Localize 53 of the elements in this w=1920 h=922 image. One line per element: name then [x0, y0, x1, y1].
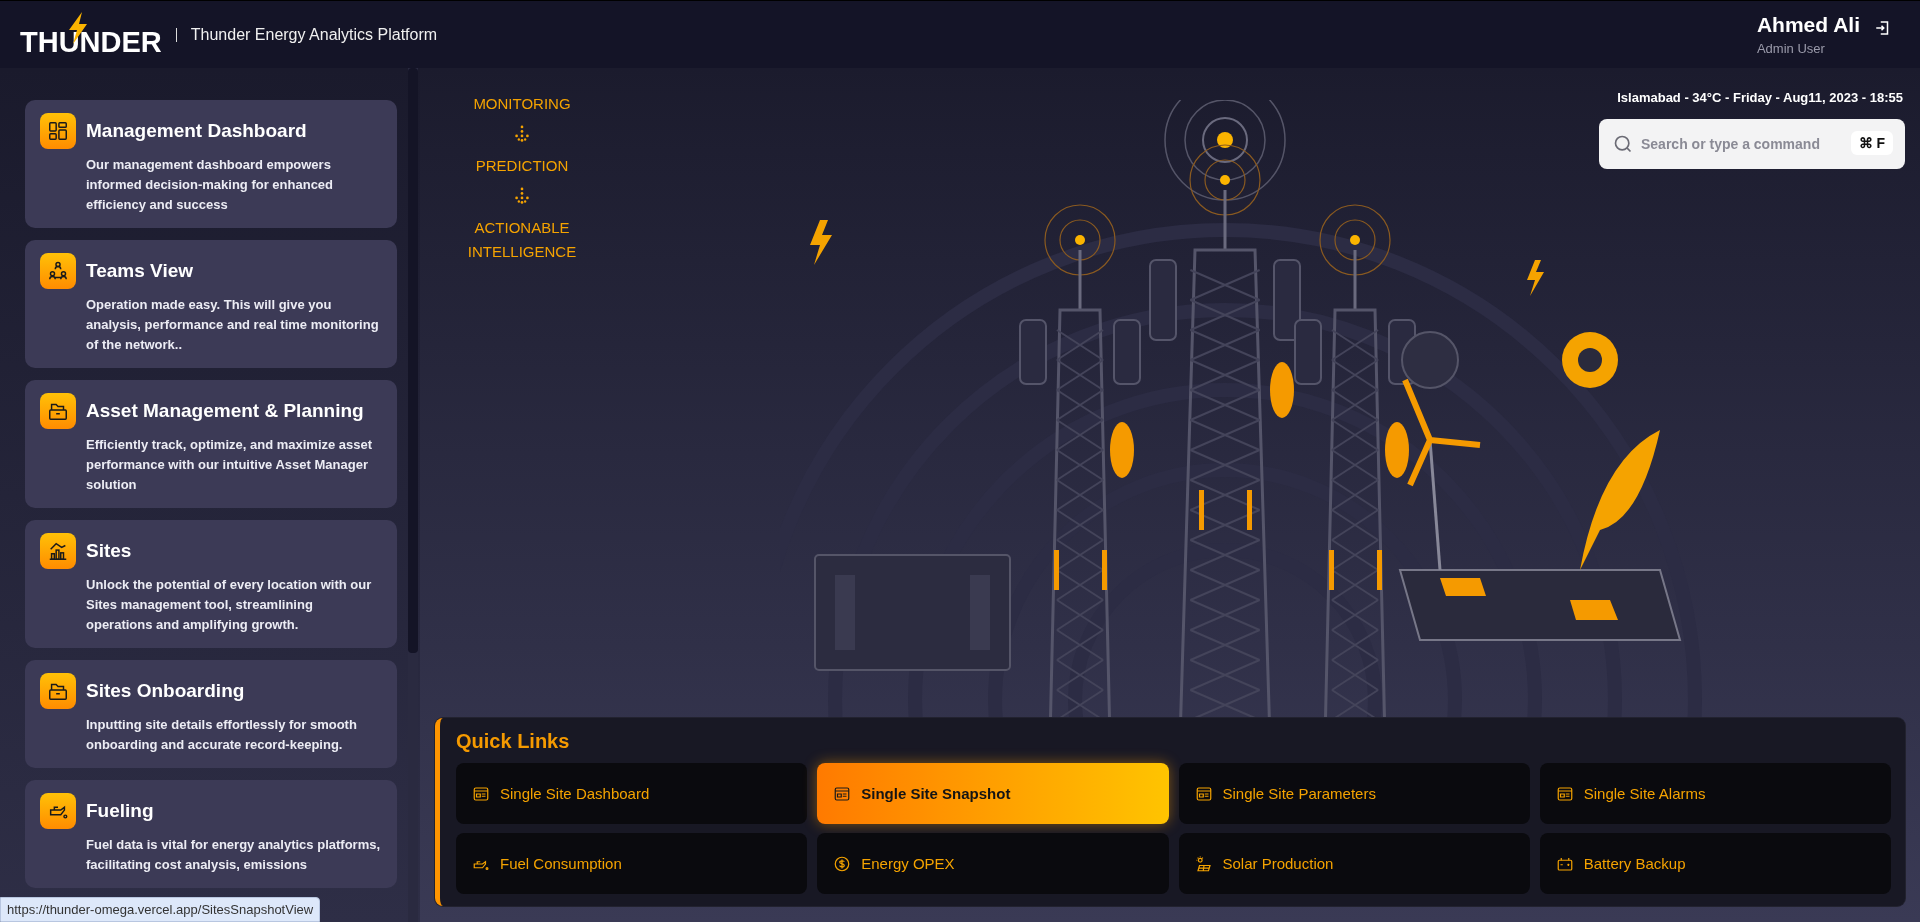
module-card[interactable]: Teams View Operation made easy. This will give you analysis, performance and real time monitoring of the network..	[25, 240, 397, 368]
user-role: Admin User	[1756, 41, 1826, 56]
card-description: Efficiently track, optimize, and maximize asset performance with our intuitive Asset Manager solution	[86, 436, 374, 494]
quick-link-button[interactable]: Single Site Snapshot	[817, 763, 1169, 824]
tagline: ACTIONABLE INTELLIGENCE	[467, 218, 577, 262]
card-title: Management Dashboard	[86, 120, 307, 142]
scrollbar-thumb[interactable]	[408, 68, 418, 653]
location-weather-date: Islamabad - 34°C - Friday - Aug11, 2023 - 18:55	[1617, 90, 1903, 105]
chart-icon	[40, 533, 76, 569]
quick-link-button[interactable]: Single Site Alarms	[1539, 763, 1891, 824]
quick-links-title: Quick Links	[456, 730, 571, 753]
module-card[interactable]: Sites Onboarding Inputting site details effortlessly for smooth onboarding and accurate record-keeping.	[25, 660, 397, 768]
card-description: Operation made easy. This will give you analysis, performance and real time monitoring of the network..	[86, 296, 380, 354]
dashboard-icon	[40, 113, 76, 149]
card-title: Sites Onboarding	[86, 680, 245, 702]
monitor-icon	[833, 784, 852, 803]
card-title: Asset Management & Planning	[86, 400, 364, 422]
module-card[interactable]: Asset Management & Planning Efficiently track, optimize, and maximize asset performance with our intuitive Asset Manager solution	[25, 380, 397, 508]
module-card[interactable]: Sites Unlock the potential of every location with our Sites management tool, streamlining operations and amplifying growth.	[25, 520, 397, 648]
card-title: Sites	[86, 540, 132, 562]
module-card[interactable]: Fueling Fuel data is vital for energy analytics platforms, facilitating cost analysis, emissions	[25, 780, 397, 888]
card-description: Fuel data is vital for energy analytics platforms, facilitating cost analysis, emissions	[86, 836, 381, 874]
card-title: Teams View	[86, 260, 194, 282]
folder-icon	[40, 393, 76, 429]
thunder-logo: THUNDER	[20, 11, 162, 58]
user-name: Ahmed Ali	[1756, 13, 1860, 37]
keyboard-shortcut: ⌘ F	[1850, 131, 1893, 155]
quick-link-button[interactable]: Single Site Dashboard	[456, 763, 808, 824]
quick-link-button[interactable]: Fuel Consumption	[456, 833, 808, 894]
tagline: PREDICTION	[474, 156, 570, 176]
platform-title: Thunder Energy Analytics Platform	[190, 25, 438, 44]
folder-icon	[40, 673, 76, 709]
quick-link-button[interactable]: Energy OPEX	[817, 833, 1169, 894]
solar-icon	[1194, 854, 1213, 873]
dollar-icon	[833, 854, 852, 873]
monitor-icon	[1194, 784, 1213, 803]
card-title: Fueling	[86, 800, 154, 822]
oil-icon	[40, 793, 76, 829]
quick-link-button[interactable]: Solar Production	[1178, 833, 1530, 894]
down-arrow-icon	[513, 187, 531, 207]
search-icon	[1613, 134, 1633, 154]
link-preview-tooltip: https://thunder-omega.vercel.app/SitesSnapshotView	[0, 897, 321, 922]
card-description: Unlock the potential of every location with our Sites management tool, streamlining operations and amplifying growth.	[86, 576, 373, 634]
module-card[interactable]: Management Dashboard Our management dashboard empowers informed decision-making for enhanced efficiency and success	[25, 100, 397, 228]
down-arrow-icon	[513, 125, 531, 145]
monitor-icon	[1555, 784, 1574, 803]
quick-link-button[interactable]: Battery Backup	[1539, 833, 1891, 894]
tagline: MONITORING	[472, 94, 572, 114]
card-description: Inputting site details effortlessly for smooth onboarding and accurate record-keeping.	[86, 716, 358, 754]
team-icon	[40, 253, 76, 289]
card-description: Our management dashboard empowers informed decision-making for enhanced efficiency and success	[86, 156, 335, 214]
monitor-icon	[472, 784, 490, 803]
quick-link-button[interactable]: Single Site Parameters	[1178, 763, 1530, 824]
